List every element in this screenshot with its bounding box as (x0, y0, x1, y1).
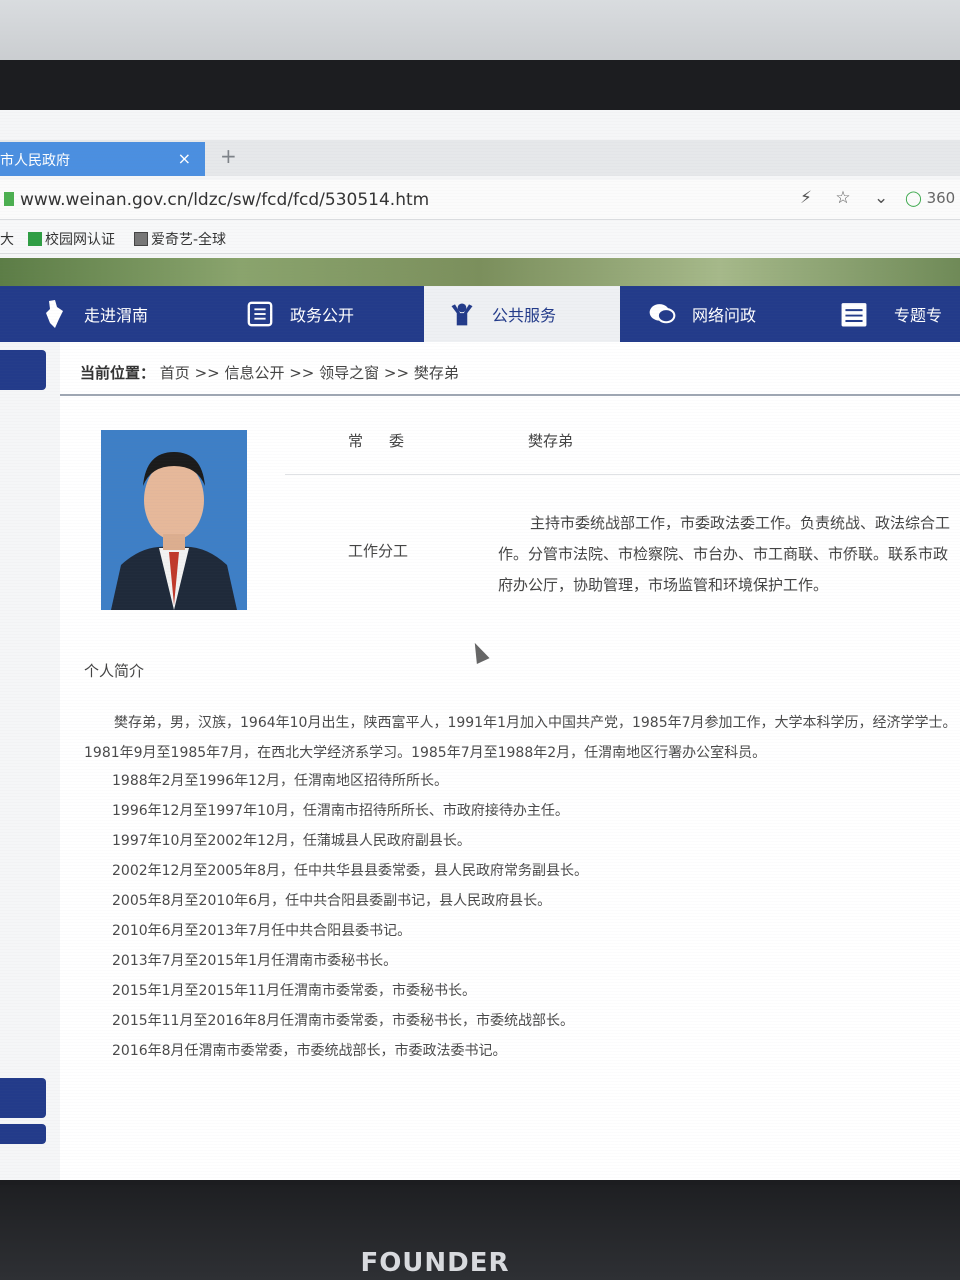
bookmark-item[interactable]: 大 (0, 229, 14, 249)
search-engine-label: 360 (926, 189, 956, 207)
portrait-photo (101, 430, 247, 610)
lightning-icon[interactable]: ⚡ (800, 188, 812, 208)
address-tools: ⚡ ☆ ⌄ (800, 188, 906, 208)
new-tab-icon[interactable]: + (220, 144, 237, 168)
nav-item-zhuanti[interactable]: 专题专 (840, 286, 960, 342)
chevron-down-icon[interactable]: ⌄ (874, 188, 888, 208)
site-favicon-icon (4, 192, 14, 206)
bio-item: 1996年12月至1997年10月，任渭南市招待所所长、市政府接待办主任。 (112, 803, 569, 819)
browser-tab-bar: 市人民政府 × + (0, 140, 960, 176)
bio-item: 2010年6月至2013年7月任中共合阳县委书记。 (112, 923, 412, 939)
url-field[interactable]: www.weinan.gov.cn/ldzc/sw/fcd/fcd/530514… (20, 190, 429, 210)
duty-text: 主持市委统战部工作，市委政法委工作。负责统战、政法综合工作。分管市法院、市检察院… (498, 514, 951, 594)
nav-item-zhengwu[interactable]: 政务公开 (246, 286, 421, 342)
position-label: 常委 (348, 432, 431, 450)
search-engine-icon: ◯ (905, 189, 922, 207)
bookmarks-bar: 大 校园网认证 爱奇艺-全球 (0, 220, 960, 254)
bio-item: 2016年8月任渭南市委常委，市委统战部长，市委政法委书记。 (112, 1043, 507, 1059)
nav-label: 专题专 (894, 306, 943, 325)
browser-tab[interactable]: 市人民政府 × (0, 142, 205, 176)
flag-icon (28, 232, 42, 246)
list-icon (840, 300, 868, 328)
breadcrumb-divider (60, 394, 960, 396)
row-divider (285, 474, 960, 475)
bookmark-item[interactable]: 校园网认证 (28, 229, 115, 249)
address-bar: www.weinan.gov.cn/ldzc/sw/fcd/fcd/530514… (0, 180, 960, 220)
intro-heading: 个人简介 (84, 662, 145, 680)
main-nav: 走进渭南 政务公开 公共服务 网络问政 专题专 (0, 286, 960, 342)
tab-title: 市人民政府 (0, 153, 70, 169)
bookmark-label: 大 (0, 232, 14, 248)
bio-item: 2015年1月至2015年11月任渭南市委常委，市委秘书长。 (112, 983, 476, 999)
map-icon (40, 300, 68, 328)
bio-item: 1997年10月至2002年12月，任蒲城县人民政府副县长。 (112, 833, 471, 849)
sidebar-block-top[interactable] (0, 350, 46, 390)
bio-list: 1988年2月至1996年12月，任渭南地区招待所所长。 1996年12月至19… (112, 766, 588, 1066)
nav-item-wenzheng[interactable]: 网络问政 (648, 286, 833, 342)
bio-lead-paragraph: 樊存弟，男，汉族，1964年10月出生，陕西富平人，1991年1月加入中国共产党… (84, 715, 957, 761)
person-name: 樊存弟 (528, 432, 574, 450)
nav-item-zoujin[interactable]: 走进渭南 (40, 286, 240, 342)
breadcrumb-path[interactable]: 首页 >> 信息公开 >> 领导之窗 >> 樊存弟 (160, 364, 459, 382)
content-panel: 当前位置： 首页 >> 信息公开 >> 领导之窗 >> 樊存弟 常委 樊存弟 工… (60, 342, 960, 1180)
bio-item: 2002年12月至2005年8月，任中共华县县委常委，县人民政府常务副县长。 (112, 863, 588, 879)
nav-label: 走进渭南 (84, 306, 149, 325)
document-icon (246, 300, 274, 328)
star-bookmark-icon[interactable]: ☆ (835, 188, 850, 208)
close-tab-icon[interactable]: × (178, 149, 191, 168)
sidebar-block-bottom[interactable] (0, 1078, 46, 1118)
site-banner (0, 258, 960, 286)
breadcrumb: 当前位置： 首页 >> 信息公开 >> 领导之窗 >> 樊存弟 (80, 362, 459, 383)
chat-icon (648, 300, 676, 328)
monitor-brand-logo: FOUNDER (360, 1248, 510, 1278)
bookmark-item[interactable]: 爱奇艺-全球 (134, 229, 226, 249)
monitor-screen: 市人民政府 × + www.weinan.gov.cn/ldzc/sw/fcd/… (0, 110, 960, 1180)
nav-label: 公共服务 (492, 306, 557, 325)
nav-label: 政务公开 (290, 306, 355, 325)
sidebar-block-bottom-2[interactable] (0, 1124, 46, 1144)
video-icon (134, 232, 148, 246)
duty-label: 工作分工 (348, 542, 409, 560)
bio-item: 1988年2月至1996年12月，任渭南地区招待所所长。 (112, 773, 448, 789)
bookmark-label: 校园网认证 (45, 232, 115, 248)
bio-item: 2013年7月至2015年1月任渭南市委秘书长。 (112, 953, 398, 969)
people-icon (448, 300, 476, 328)
breadcrumb-prefix: 当前位置： (80, 364, 156, 382)
bookmark-label: 爱奇艺-全球 (151, 232, 227, 248)
nav-label: 网络问政 (692, 306, 757, 325)
bio-item: 2015年11月至2016年8月任渭南市委常委，市委秘书长，市委统战部长。 (112, 1013, 574, 1029)
search-engine-button[interactable]: ◯ 360 (905, 189, 955, 207)
nav-item-gonggong[interactable]: 公共服务 (424, 286, 620, 342)
bio-item: 2005年8月至2010年6月，任中共合阳县委副书记，县人民政府县长。 (112, 893, 552, 909)
